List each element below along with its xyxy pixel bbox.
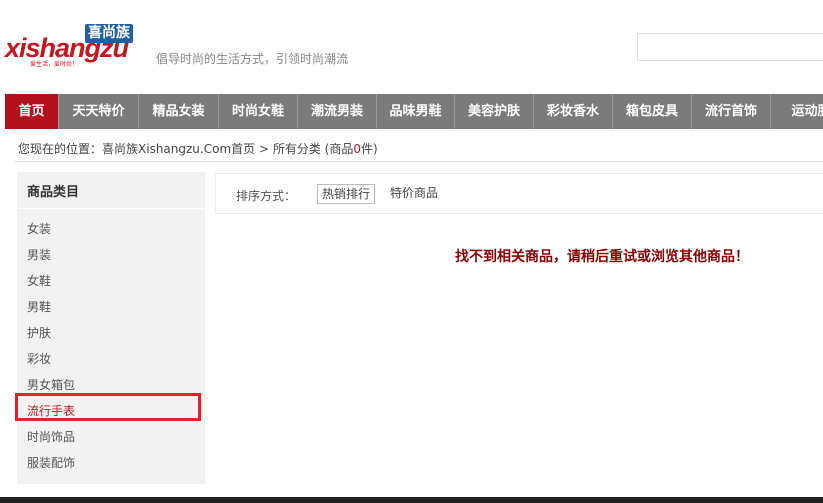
- main-nav: 首页 天天特价 精品女装 时尚女鞋 潮流男装 品味男鞋 美容护肤 彩妆香水 箱包…: [5, 94, 823, 129]
- category-item-mens-clothing[interactable]: 男装: [27, 246, 51, 263]
- breadcrumb-home-link[interactable]: 喜尚族Xishangzu.Com首页: [102, 142, 255, 156]
- footer-bar: [0, 497, 823, 503]
- category-item-womens-clothing[interactable]: 女装: [27, 220, 51, 237]
- empty-results-message: 找不到相关商品，请稍后重试或浏览其他商品！: [455, 249, 749, 265]
- nav-item-womens-shoes[interactable]: 时尚女鞋: [219, 94, 298, 129]
- category-item-bags[interactable]: 男女箱包: [27, 376, 75, 393]
- nav-item-womens-clothing[interactable]: 精品女装: [139, 94, 219, 129]
- selected-category-highlight: [15, 393, 201, 421]
- sort-label: 排序方式：: [236, 189, 297, 203]
- product-count-open: (商品: [320, 142, 354, 156]
- breadcrumb-separator: >: [255, 142, 273, 156]
- nav-item-mens-clothing[interactable]: 潮流男装: [298, 94, 377, 129]
- category-item-skincare[interactable]: 护肤: [27, 324, 51, 341]
- sidebar-title-divider: [17, 208, 205, 209]
- category-item-makeup[interactable]: 彩妆: [27, 350, 51, 367]
- logo-tagline: 爱生活，爱时尚！: [30, 61, 79, 68]
- category-sidebar: 商品类目 女装 男装 女鞋 男鞋 护肤 彩妆 男女箱包 流行手表 时尚饰品 服装…: [17, 172, 205, 484]
- sidebar-title: 商品类目: [27, 185, 80, 200]
- nav-item-makeup[interactable]: 彩妆香水: [534, 94, 613, 129]
- nav-item-bags[interactable]: 箱包皮具: [613, 94, 692, 129]
- nav-item-sportswear[interactable]: 运动服: [771, 94, 823, 129]
- category-item-accessories[interactable]: 时尚饰品: [27, 428, 75, 445]
- breadcrumb-current: 所有分类: [272, 142, 321, 156]
- site-slogan: 倡导时尚的生活方式，引领时尚潮流: [156, 52, 349, 66]
- category-item-mens-shoes[interactable]: 男鞋: [27, 298, 51, 315]
- nav-item-skincare[interactable]: 美容护肤: [455, 94, 534, 129]
- product-count-close: 件): [360, 142, 378, 156]
- category-item-womens-shoes[interactable]: 女鞋: [27, 272, 51, 289]
- nav-item-jewelry[interactable]: 流行首饰: [692, 94, 771, 129]
- sort-option-special-price[interactable]: 特价商品: [386, 184, 442, 202]
- category-item-apparel-accessories[interactable]: 服装配饰: [27, 454, 75, 471]
- nav-item-mens-shoes[interactable]: 品味男鞋: [377, 94, 455, 129]
- logo-brand-cn: 喜尚族: [85, 24, 133, 43]
- breadcrumb: 您现在的位置：喜尚族Xishangzu.Com首页 > 所有分类 (商品0件): [18, 140, 378, 157]
- search-input[interactable]: [637, 33, 823, 61]
- nav-item-daily-deals[interactable]: 天天特价: [59, 94, 139, 129]
- sort-bar: 排序方式： 热销排行 特价商品: [215, 173, 823, 214]
- product-count: 0: [353, 142, 361, 156]
- site-logo[interactable]: xishangzu 喜尚族 爱生活，爱时尚！: [5, 24, 145, 68]
- nav-item-home[interactable]: 首页: [5, 94, 59, 129]
- breadcrumb-divider: [14, 161, 823, 162]
- sort-option-hot-sales[interactable]: 热销排行: [317, 184, 376, 204]
- breadcrumb-prefix: 您现在的位置：: [18, 142, 103, 156]
